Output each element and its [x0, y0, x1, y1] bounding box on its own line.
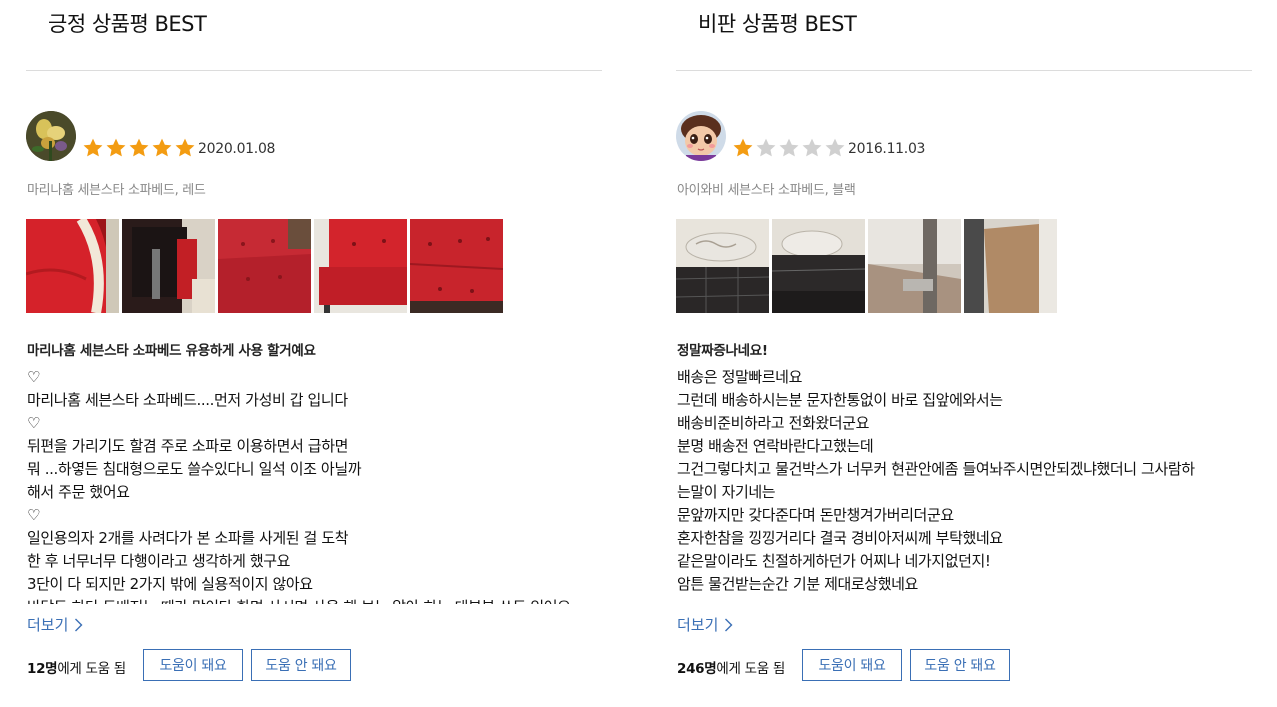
review-date: 2020.01.08: [198, 141, 276, 157]
review-headline: 마리나홈 세븐스타 소파베드 유용하게 사용 할거예요: [27, 343, 316, 359]
review-body-line: 혼자한참을 낑낑거리다 결국 경비아저씨께 부탁했네요: [677, 529, 1003, 547]
product-option: 아이와비 세븐스타 소파베드, 블랙: [677, 183, 856, 198]
more-link-label: 더보기: [27, 616, 69, 634]
review-photo-3[interactable]: [868, 219, 961, 313]
helpful-yes-button[interactable]: 도움이 돼요: [143, 649, 243, 681]
rating-stars: [732, 137, 846, 159]
review-date: 2016.11.03: [848, 141, 926, 157]
star-icon: [175, 138, 195, 157]
review-body-line: 암튼 물건받는순간 기분 제대로상했네요: [677, 575, 918, 593]
star-icon: [825, 138, 845, 157]
review-headline: 정말짜증나네요!: [677, 343, 768, 359]
review-photo-2[interactable]: [772, 219, 865, 313]
review-body-line: 일인용의자 2개를 사려다가 본 소파를 사게된 걸 도착: [27, 529, 349, 547]
review-body-line: 한 후 너무너무 다행이라고 생각하게 했구요: [27, 552, 291, 570]
critical-review-column: 비판 상품평 BEST 2016.11.03 아이와비 세븐스타 소파베드, 블…: [676, 0, 1252, 707]
review-body-line: 3단이 다 되지만 2가지 밖에 실용적이지 않아요: [27, 575, 313, 593]
review-body-line: 그건그렇다치고 물건박스가 너무커 현관안에좀 들여놔주시면안되겠냐했더니 그사…: [677, 460, 1195, 478]
chevron-right-icon: [725, 618, 733, 631]
review-body-line: 그런데 배송하시는분 문자한통없이 바로 집앞에와서는: [677, 391, 1003, 409]
helpful-count-suffix: 에게 도움 됨: [716, 661, 785, 677]
review-photos: [676, 219, 1057, 313]
review-photo-5[interactable]: [410, 219, 503, 313]
rating-stars: [82, 137, 196, 159]
review-body-line: 해서 주문 했어요: [27, 483, 130, 501]
review-body: 배송은 정말빠르네요 그런데 배송하시는분 문자한통없이 바로 집앞에와서는 배…: [677, 366, 1247, 604]
review-body: ♡ 마리나홈 세븐스타 소파베드....먼저 가성비 갑 입니다 ♡ 뒤편을 가…: [27, 366, 597, 604]
chevron-right-icon: [75, 618, 83, 631]
review-body-line: 분명 배송전 연락바란다고했는데: [677, 437, 874, 455]
review-body-line: 는말이 자기네는: [677, 483, 776, 501]
review-photo-4[interactable]: [314, 219, 407, 313]
product-option: 마리나홈 세븐스타 소파베드, 레드: [27, 183, 206, 198]
helpful-count: 12명에게 도움 됨: [27, 657, 126, 677]
review-body-line: 같은말이라도 친절하게하던가 어찌나 네가지없던지!: [677, 552, 991, 570]
more-link-label: 더보기: [677, 616, 719, 634]
review-body-line: 뭐 ...하옇든 침대형으로도 쓸수있다니 일석 이조 아닐까: [27, 460, 362, 478]
section-divider: [676, 70, 1252, 71]
star-icon: [152, 138, 172, 157]
critical-section-title: 비판 상품평 BEST: [698, 12, 857, 36]
review-photo-1[interactable]: [26, 219, 119, 313]
helpful-count: 246명에게 도움 됨: [677, 657, 785, 677]
star-icon: [802, 138, 822, 157]
review-body-line: 바닥도 하단 도배지는 때가 많이타 한면 사시면 사용 해 보는 알아 하는 …: [27, 596, 597, 604]
more-link[interactable]: 더보기: [27, 614, 83, 635]
review-photo-1[interactable]: [676, 219, 769, 313]
review-body-line: 문앞까지만 갖다준다며 돈만챙겨가버리더군요: [677, 506, 954, 524]
review-body-line: 마리나홈 세븐스타 소파베드....먼저 가성비 갑 입니다: [27, 391, 348, 409]
positive-section-title: 긍정 상품평 BEST: [48, 12, 207, 36]
star-icon: [106, 138, 126, 157]
positive-review-column: 긍정 상품평 BEST 2020.01.08 마리나홈 세븐스타 소파베드, 레…: [26, 0, 602, 707]
star-icon: [733, 138, 753, 157]
star-icon: [83, 138, 103, 157]
review-body-line: ♡: [27, 414, 41, 432]
review-body-line: 배송비준비하라고 전화왔더군요: [677, 414, 869, 432]
review-photo-4[interactable]: [964, 219, 1057, 313]
helpful-count-number: 246명: [677, 661, 717, 677]
helpful-yes-button[interactable]: 도움이 돼요: [802, 649, 902, 681]
star-icon: [779, 138, 799, 157]
review-body-line: 배송은 정말빠르네요: [677, 368, 802, 386]
more-link[interactable]: 더보기: [677, 614, 733, 635]
star-icon: [756, 138, 776, 157]
reviewer-avatar: [676, 111, 726, 161]
helpful-no-button[interactable]: 도움 안 돼요: [251, 649, 351, 681]
section-divider: [26, 70, 602, 71]
reviewer-avatar: [26, 111, 76, 161]
helpful-count-suffix: 에게 도움 됨: [57, 661, 126, 677]
star-icon: [129, 138, 149, 157]
review-body-line: 뒤편을 가리기도 할겸 주로 소파로 이용하면서 급하면: [27, 437, 349, 455]
review-body-line: ♡: [27, 506, 41, 524]
helpful-no-button[interactable]: 도움 안 돼요: [910, 649, 1010, 681]
review-photo-2[interactable]: [122, 219, 215, 313]
review-photos: [26, 219, 503, 313]
helpful-count-number: 12명: [27, 661, 58, 677]
review-photo-3[interactable]: [218, 219, 311, 313]
review-body-line: ♡: [27, 368, 41, 386]
